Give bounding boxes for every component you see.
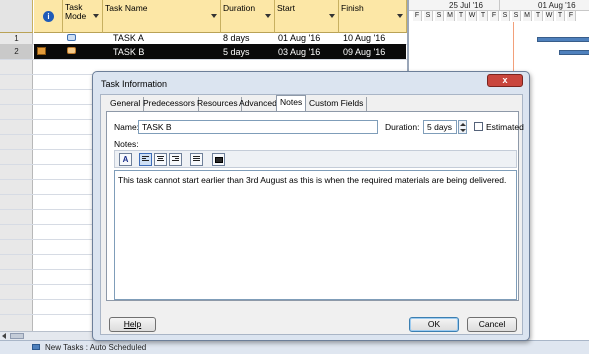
gantt-bar-task-a[interactable] — [537, 37, 589, 42]
estimated-label: Estimated — [486, 122, 524, 132]
tab-predecessors[interactable]: Predecessors — [140, 97, 199, 111]
close-icon: x — [502, 75, 508, 85]
gantt-week-label: 01 Aug '16 — [499, 0, 589, 11]
ok-button[interactable]: OK — [409, 317, 459, 332]
align-center-icon — [157, 156, 164, 163]
gantt-day-label: T — [534, 11, 543, 21]
gantt-day-label: W — [545, 11, 554, 21]
gantt-day-label: T — [457, 11, 466, 21]
duration-cell[interactable]: 5 days — [223, 45, 250, 59]
task-mode-auto-icon — [67, 34, 76, 41]
name-field[interactable]: TASK B — [138, 120, 378, 134]
new-tasks-icon — [32, 344, 40, 350]
align-left-icon — [142, 156, 149, 163]
font-icon: A — [122, 155, 129, 164]
task-information-dialog: Task Information x General Predecessors … — [92, 71, 530, 341]
gantt-day-label: F — [413, 11, 422, 21]
gantt-day-label: S — [501, 11, 510, 21]
font-button[interactable]: A — [119, 153, 132, 166]
duration-label: Duration: — [385, 122, 420, 132]
help-button-label: Help — [123, 319, 142, 329]
start-dropdown-icon[interactable] — [329, 14, 335, 18]
status-bar: New Tasks : Auto Scheduled — [0, 340, 589, 354]
duration-header-label: Duration — [223, 3, 256, 13]
gantt-day-label: M — [523, 11, 532, 21]
start-header-label: Start — [277, 3, 295, 13]
start-column-header[interactable]: Start — [275, 0, 339, 33]
align-right-button[interactable] — [169, 153, 182, 166]
dialog-body: General Predecessors Resources Advanced … — [100, 94, 524, 335]
gantt-day-label: S — [435, 11, 444, 21]
new-tasks-mode-label[interactable]: New Tasks : Auto Scheduled — [45, 343, 146, 352]
help-button[interactable]: Help — [109, 317, 156, 332]
finish-cell[interactable]: 09 Aug '16 — [343, 45, 385, 59]
start-cell[interactable]: 01 Aug '16 — [278, 31, 320, 45]
tab-resources[interactable]: Resources — [194, 97, 242, 111]
row-number[interactable]: 1 — [0, 33, 33, 44]
notes-formatting-toolbar: A — [114, 150, 517, 168]
task-name-cell[interactable]: TASK B — [113, 45, 144, 59]
gantt-day-label: S — [424, 11, 433, 21]
spin-down-icon[interactable] — [460, 129, 466, 132]
task-name-column-header[interactable]: Task Name — [103, 0, 221, 33]
dialog-title: Task Information — [101, 79, 168, 89]
grid-line — [0, 59, 410, 60]
gantt-day-label: S — [512, 11, 521, 21]
task-mode-dropdown-icon[interactable] — [93, 14, 99, 18]
align-right-icon — [172, 156, 179, 163]
notes-indicator-icon[interactable] — [37, 47, 46, 55]
notes-tab-panel: Name: TASK B Duration: 5 days Estimated … — [106, 111, 524, 301]
duration-cell[interactable]: 8 days — [223, 31, 250, 45]
info-column-header[interactable]: i — [34, 0, 63, 33]
bullet-list-icon — [193, 156, 200, 163]
gantt-day-label: F — [567, 11, 576, 21]
duration-dropdown-icon[interactable] — [265, 14, 271, 18]
finish-column-header[interactable]: Finish — [339, 0, 407, 33]
finish-header-label: Finish — [341, 3, 364, 13]
task-mode-header-label: Task Mode — [65, 2, 87, 21]
row-number[interactable]: 2 — [0, 45, 33, 58]
task-name-dropdown-icon[interactable] — [211, 14, 217, 18]
tab-notes[interactable]: Notes — [276, 95, 307, 112]
gantt-day-label: M — [446, 11, 455, 21]
finish-dropdown-icon[interactable] — [397, 14, 403, 18]
task-mode-column-header[interactable]: Task Mode — [63, 0, 103, 33]
cancel-button[interactable]: Cancel — [467, 317, 517, 332]
finish-cell[interactable]: 10 Aug '16 — [343, 31, 385, 45]
notes-text-area[interactable]: This task cannot start earlier than 3rd … — [114, 170, 517, 300]
duration-field[interactable]: 5 days — [423, 120, 457, 134]
estimated-checkbox[interactable] — [474, 122, 483, 131]
align-left-button[interactable] — [139, 153, 152, 166]
select-all-corner[interactable] — [0, 0, 33, 33]
tab-general[interactable]: General — [107, 97, 145, 111]
duration-column-header[interactable]: Duration — [221, 0, 275, 33]
scroll-left-arrow-icon[interactable] — [2, 333, 6, 339]
gantt-day-label: F — [490, 11, 499, 21]
info-icon: i — [43, 11, 54, 22]
start-cell[interactable]: 03 Aug '16 — [278, 45, 320, 59]
task-mode-auto-icon — [67, 47, 76, 54]
close-button[interactable]: x — [487, 74, 523, 87]
notes-label: Notes: — [114, 139, 139, 149]
align-center-button[interactable] — [154, 153, 167, 166]
insert-object-button[interactable] — [212, 153, 225, 166]
gantt-day-label: W — [468, 11, 477, 21]
tab-custom-fields[interactable]: Custom Fields — [306, 97, 368, 111]
gantt-week-label: 25 Jul '16 — [409, 0, 499, 11]
insert-object-icon — [215, 157, 223, 163]
task-name-cell[interactable]: TASK A — [113, 31, 144, 45]
tab-advanced[interactable]: Advanced — [236, 97, 281, 111]
bullets-button[interactable] — [190, 153, 203, 166]
gantt-day-label: T — [479, 11, 488, 21]
gantt-day-label: T — [556, 11, 565, 21]
name-label: Name: — [114, 122, 140, 132]
gantt-bar-task-b[interactable] — [559, 50, 589, 55]
spin-up-icon[interactable] — [460, 123, 466, 126]
duration-spinner[interactable] — [458, 120, 467, 134]
task-name-header-label: Task Name — [105, 3, 148, 13]
scroll-thumb[interactable] — [10, 333, 24, 339]
